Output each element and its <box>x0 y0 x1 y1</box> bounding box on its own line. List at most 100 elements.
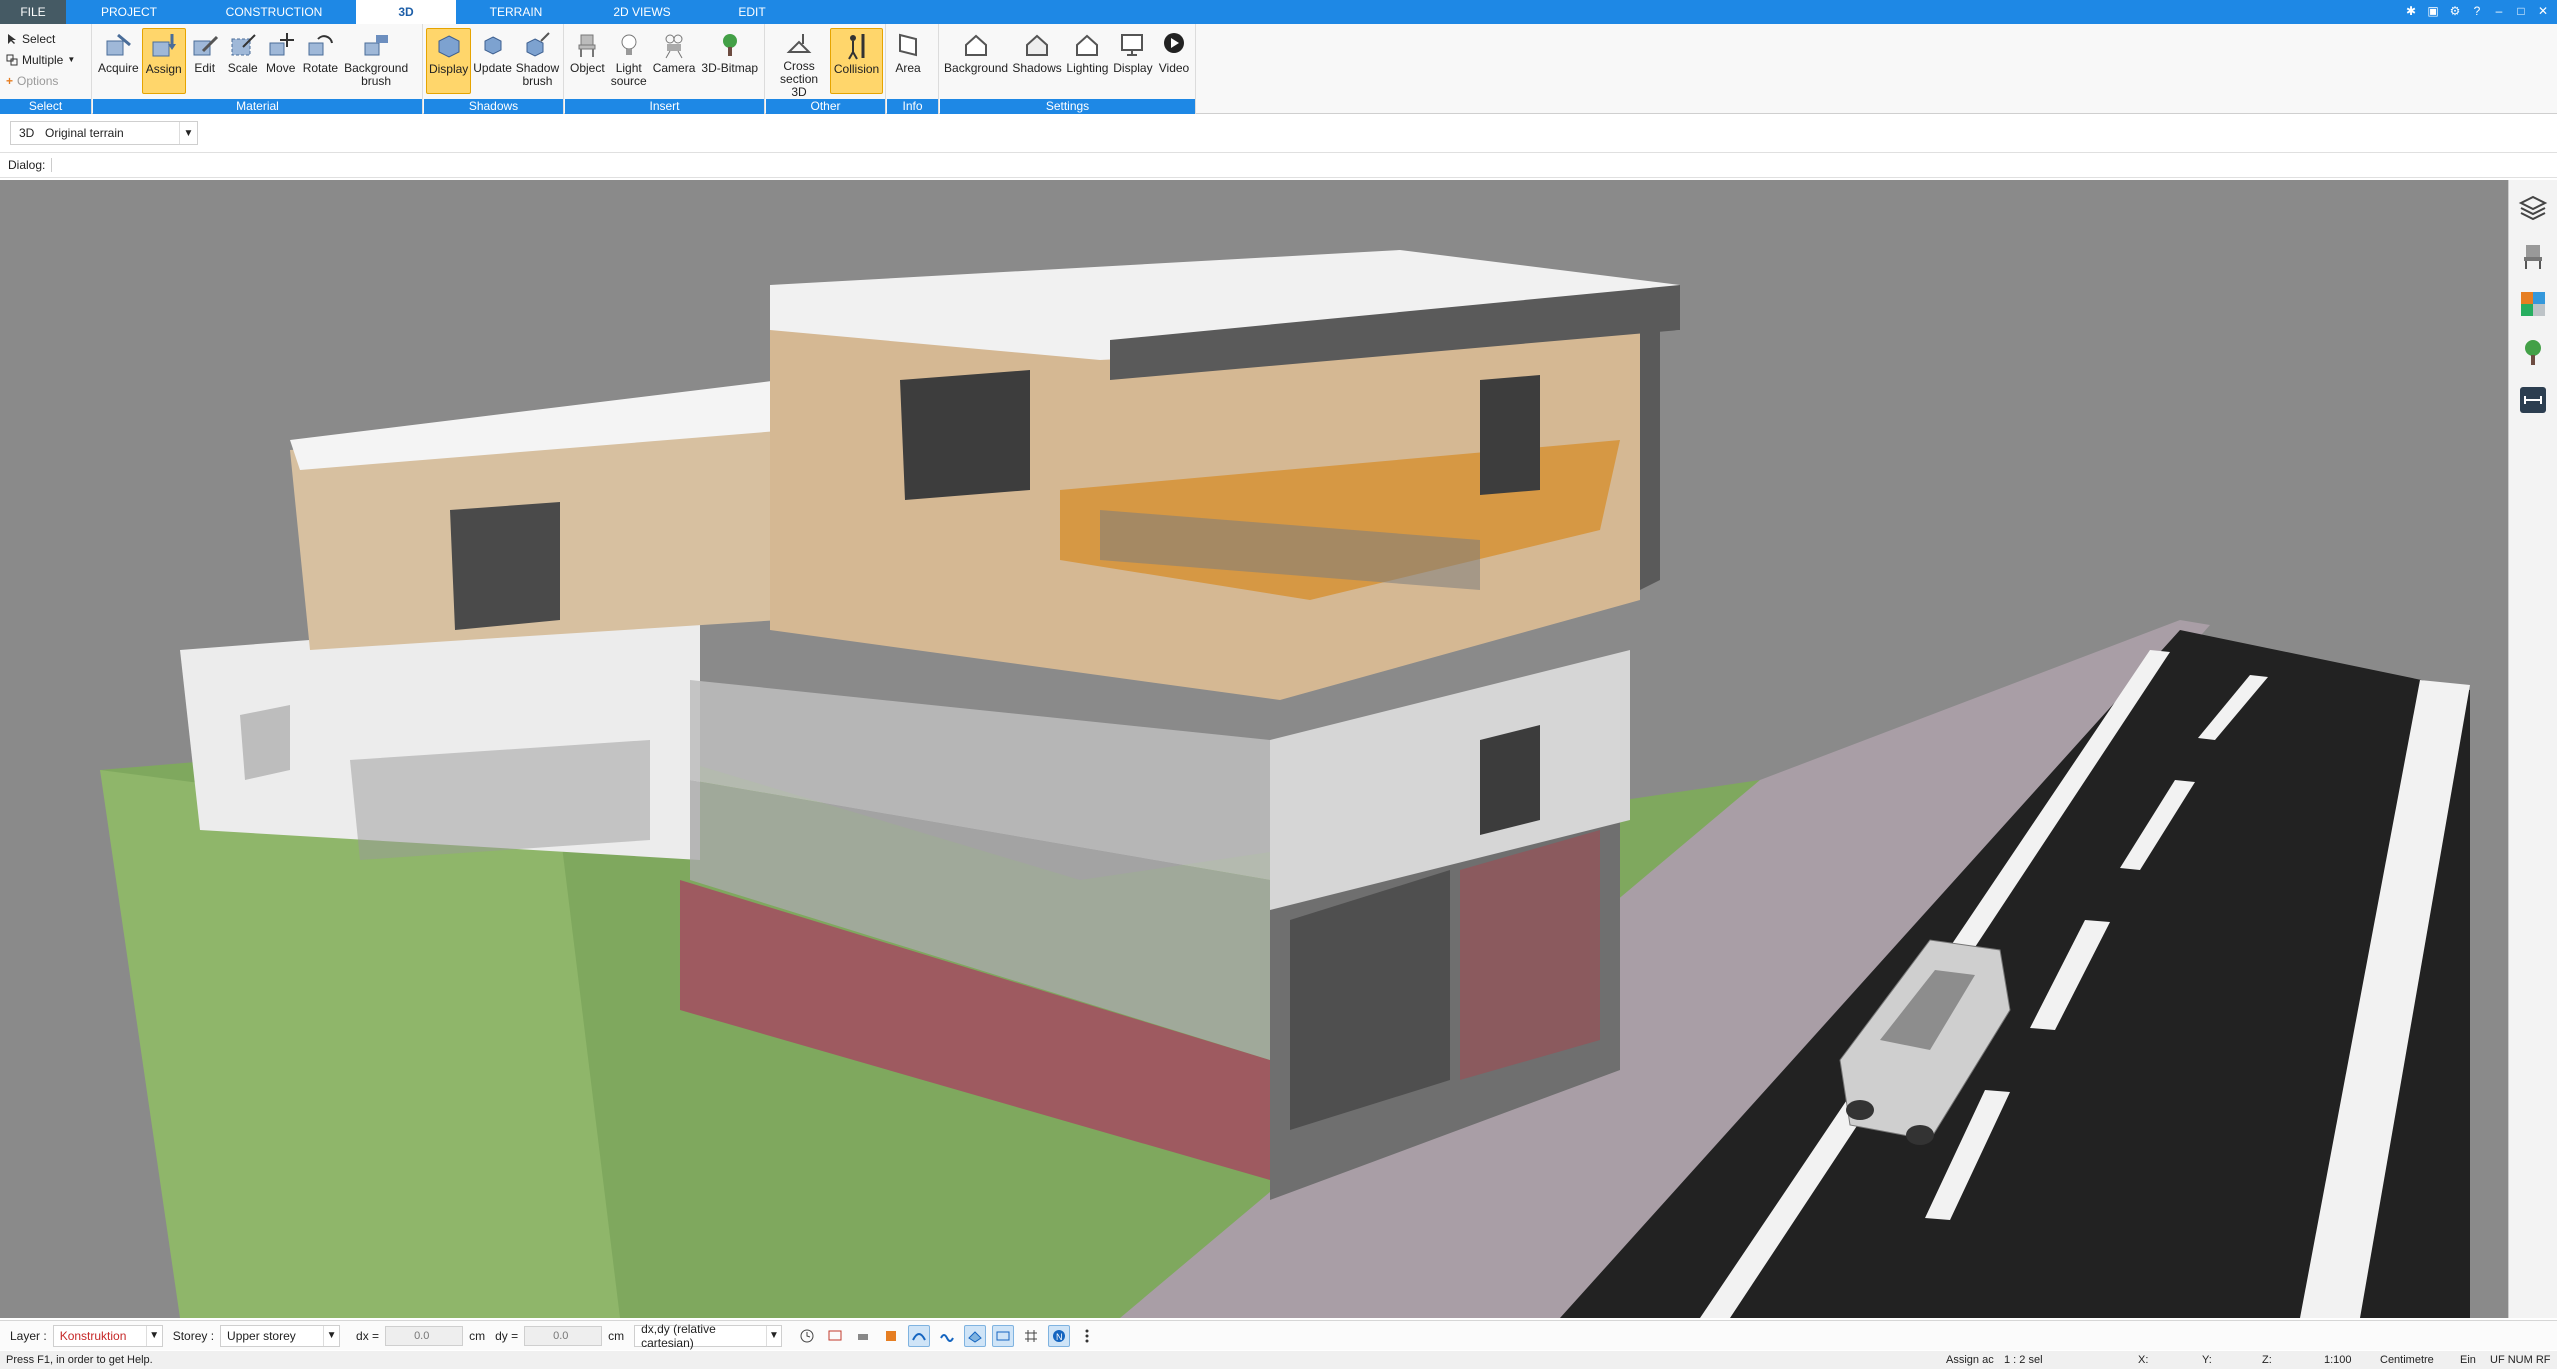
group-title-material: Material <box>93 99 422 114</box>
collision-icon <box>842 31 872 61</box>
right-facade-shop <box>1460 830 1600 1080</box>
scale-button[interactable]: Scale <box>224 28 262 94</box>
more-options-icon[interactable] <box>1076 1325 1098 1347</box>
status-z: Z: <box>2262 1354 2272 1366</box>
tab-project[interactable]: PROJECT <box>66 0 192 24</box>
tree-icon <box>715 30 745 60</box>
move-label: Move <box>266 61 296 75</box>
acquire-icon <box>103 30 133 60</box>
tab-file[interactable]: FILE <box>0 0 66 24</box>
monitor-icon <box>1118 30 1148 60</box>
tab-2d-views[interactable]: 2D VIEWS <box>576 0 708 24</box>
scale-label: Scale <box>227 61 258 75</box>
dx-unit: cm <box>469 1328 486 1343</box>
group-title-settings: Settings <box>940 99 1195 114</box>
close-icon[interactable]: ✕ <box>2535 3 2551 19</box>
shadows-display-button[interactable]: Display <box>426 28 472 94</box>
view-selector[interactable]: 3D Original terrain ▼ <box>10 121 198 145</box>
edit-material-button[interactable]: Edit <box>186 28 224 94</box>
move-button[interactable]: Move <box>262 28 300 94</box>
tab-3d[interactable]: 3D <box>356 0 456 24</box>
dy-input[interactable]: 0.0 <box>524 1325 603 1346</box>
shadows-update-button[interactable]: Update <box>471 28 514 94</box>
layer-snap-icon[interactable] <box>992 1324 1015 1347</box>
storey-select[interactable]: Upper storey ▼ <box>220 1324 341 1347</box>
chair-catalog-icon[interactable] <box>2513 236 2553 276</box>
shadow-brush-button[interactable]: Shadow brush <box>514 28 561 94</box>
help-icon[interactable]: ? <box>2469 3 2485 19</box>
layer-value: Konstruktion <box>59 1328 127 1343</box>
plane-snap-icon[interactable] <box>964 1324 987 1347</box>
restore-icon[interactable]: ▣ <box>2425 3 2441 19</box>
tab-terrain[interactable]: TERRAIN <box>456 0 576 24</box>
object-label: Object <box>570 61 605 75</box>
left-balcony-railing <box>350 740 650 860</box>
3d-viewport[interactable] <box>0 180 2508 1318</box>
cross-section-3d-button[interactable]: Cross section 3D <box>768 28 830 99</box>
screen-icon[interactable] <box>824 1325 846 1347</box>
north-icon[interactable]: N <box>1048 1324 1071 1347</box>
grid-icon[interactable] <box>1020 1325 1042 1347</box>
tools-icon[interactable]: ✱ <box>2403 3 2419 19</box>
3d-bitmap-button[interactable]: 3D-Bitmap <box>698 28 761 94</box>
rotate-button[interactable]: Rotate <box>300 28 341 94</box>
chevron-down-icon: ▼ <box>179 122 197 144</box>
print-icon[interactable] <box>852 1325 874 1347</box>
background-brush-button[interactable]: Background brush <box>341 28 411 94</box>
dy-control: dy = 0.0 cm <box>495 1325 625 1346</box>
lighting-button[interactable]: Lighting <box>1064 28 1111 94</box>
tab-construction[interactable]: CONSTRUCTION <box>192 0 356 24</box>
dy-unit: cm <box>608 1328 625 1343</box>
edit-label: Edit <box>194 61 216 75</box>
ribbon-group-select: Select Multiple ▼ + Options Select <box>0 24 92 114</box>
collision-button[interactable]: Collision <box>830 28 883 94</box>
camera-button[interactable]: Camera <box>650 28 699 94</box>
object-snap-icon[interactable] <box>880 1325 902 1347</box>
background-settings-button[interactable]: Background <box>942 28 1010 94</box>
area-button[interactable]: Area <box>889 28 927 94</box>
display-settings-button[interactable]: Display <box>1111 28 1155 94</box>
tab-edit[interactable]: EDIT <box>708 0 796 24</box>
group-title-info: Info <box>887 99 938 114</box>
shadows-display-label: Display <box>428 62 469 76</box>
curve-snap-icon[interactable] <box>908 1324 931 1347</box>
minimize-icon[interactable]: – <box>2491 3 2507 19</box>
options-label: Options <box>17 73 59 88</box>
maximize-icon[interactable]: □ <box>2513 3 2529 19</box>
dy-label: dy = <box>495 1328 519 1343</box>
plants-icon[interactable] <box>2513 332 2553 372</box>
rotate-icon <box>305 30 335 60</box>
measure-icon[interactable] <box>2513 380 2553 420</box>
layers-icon[interactable] <box>2513 188 2553 228</box>
svg-text:N: N <box>1056 1332 1063 1342</box>
wave-snap-icon[interactable] <box>936 1325 958 1347</box>
multiple-button[interactable]: Multiple ▼ <box>6 51 75 68</box>
edit-icon <box>190 30 220 60</box>
cube-icon <box>434 31 464 61</box>
shadows-settings-button[interactable]: Shadows <box>1010 28 1064 94</box>
settings-icon[interactable]: ⚙ <box>2447 3 2463 19</box>
layer-select[interactable]: Konstruktion ▼ <box>52 1324 163 1347</box>
options-button[interactable]: + Options <box>6 72 75 89</box>
object-button[interactable]: Object <box>567 28 608 94</box>
dialog-label: Dialog: <box>8 158 53 172</box>
background-label: Background <box>944 61 1009 75</box>
select-button[interactable]: Select <box>6 30 75 47</box>
video-label: Video <box>1158 61 1190 75</box>
status-unit: Centimetre <box>2380 1354 2434 1366</box>
light-source-button[interactable]: Light source <box>608 28 650 94</box>
dx-input[interactable]: 0.0 <box>385 1325 464 1346</box>
video-button[interactable]: Video <box>1155 28 1193 94</box>
materials-icon[interactable] <box>2513 284 2553 324</box>
chair-icon <box>572 30 602 60</box>
status-flags: UF NUM RF <box>2490 1354 2551 1366</box>
coord-mode-select[interactable]: dx,dy (relative cartesian) ▼ <box>634 1322 783 1350</box>
clock-icon[interactable] <box>796 1325 818 1347</box>
rotate-label: Rotate <box>302 61 339 75</box>
acquire-button[interactable]: Acquire <box>95 28 142 94</box>
camera-icon <box>659 30 689 60</box>
chevron-down-icon: ▼ <box>145 1325 162 1346</box>
assign-button[interactable]: Assign <box>141 28 186 94</box>
dialog-bar: Dialog: <box>0 152 2557 178</box>
lightbulb-icon <box>614 30 644 60</box>
